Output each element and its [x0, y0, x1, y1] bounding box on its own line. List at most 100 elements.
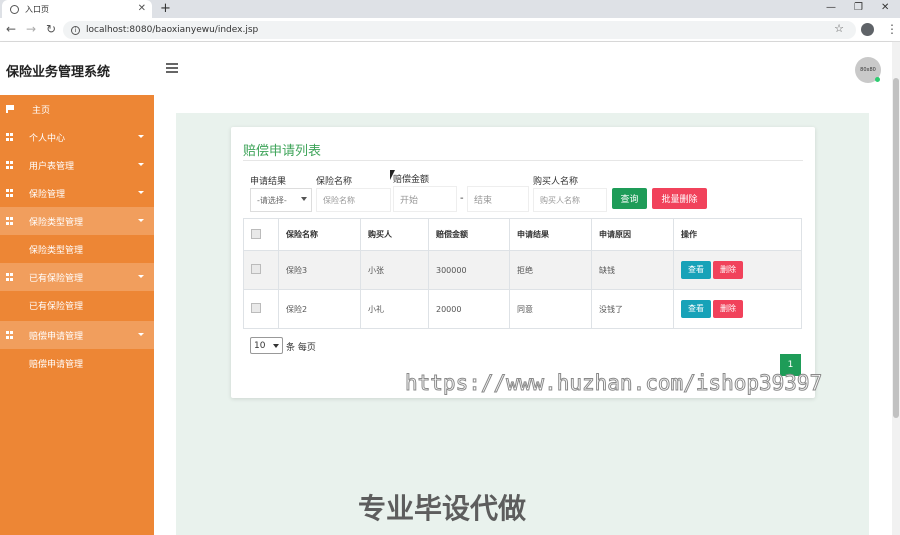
browser-tabbar: 入口页 ✕ + — ❐ ✕ [0, 0, 900, 18]
sidebar-item-insurance-type[interactable]: 保险类型管理 [0, 207, 154, 235]
chevron-down-icon [273, 344, 279, 348]
sidebar: 主页 个人中心 用户表管理 保险管理 保险类型管理 保险类型管理 已有保险管理 … [0, 95, 154, 535]
column-header: 保险名称 [278, 218, 361, 251]
page-size-select[interactable]: 10 [250, 337, 283, 354]
sidebar-item-label: 个人中心 [29, 133, 66, 144]
grid-icon [6, 189, 14, 197]
sidebar-subitem-insurance-type[interactable]: 保险类型管理 [0, 235, 154, 263]
select-all-checkbox[interactable] [251, 228, 261, 239]
url-field[interactable]: i localhost:8080/baoxianyewu/index.jsp ☆ [63, 21, 856, 39]
buyer-cell: 小礼 [360, 289, 429, 329]
info-icon[interactable]: i [71, 25, 80, 35]
sidebar-item-claims[interactable]: 赔偿申请管理 [0, 321, 154, 349]
sidebar-item-label: 主页 [32, 105, 51, 116]
column-header: 申请原因 [591, 218, 674, 251]
per-page-label: 条 每页 [286, 343, 316, 353]
app-header: 保险业务管理系统 80x80 [0, 42, 892, 95]
sidebar-subitem-label: 保险类型管理 [29, 245, 84, 256]
select-all-cell [243, 218, 279, 251]
delete-button[interactable]: 删除 [713, 261, 743, 279]
column-header: 购买人 [360, 218, 429, 251]
buyer-name-input[interactable]: 购买人名称 [533, 188, 607, 212]
sidebar-subitem-owned-insurance[interactable]: 已有保险管理 [0, 291, 154, 319]
page-scrollbar[interactable] [892, 42, 900, 535]
profile-icon[interactable] [861, 23, 874, 36]
batch-delete-button[interactable]: 批量删除 [652, 188, 707, 209]
column-header: 操作 [673, 218, 802, 251]
amount-start-placeholder: 开始 [400, 195, 419, 206]
restore-icon[interactable]: ❐ [854, 2, 863, 13]
sidebar-subitem-label: 已有保险管理 [29, 301, 84, 312]
reload-icon[interactable]: ↻ [46, 22, 56, 36]
new-tab-icon[interactable]: + [160, 1, 171, 16]
result-select[interactable]: -请选择- [250, 188, 312, 212]
grid-icon [6, 133, 14, 141]
sidebar-item-label: 保险管理 [29, 189, 66, 200]
amount-start-input[interactable]: 开始 [393, 186, 457, 212]
address-bar: ← → ↻ i localhost:8080/baoxianyewu/index… [0, 18, 900, 42]
sidebar-item-label: 已有保险管理 [29, 273, 84, 284]
sidebar-item-label: 用户表管理 [29, 161, 75, 172]
grid-icon [6, 273, 14, 281]
buyer-name-placeholder: 购买人名称 [540, 195, 580, 205]
sidebar-subitem-label: 赔偿申请管理 [29, 359, 84, 370]
sidebar-item-label: 赔偿申请管理 [29, 331, 84, 342]
claims-card: 赔偿申请列表 申请结果 -请选择- 保险名称 保险名称 赔偿金额 开始 - 结束… [231, 127, 815, 398]
insurance-filter-label: 保险名称 [316, 177, 353, 187]
actions-cell: 查看 删除 [673, 289, 802, 329]
insurance-name-input[interactable]: 保险名称 [316, 188, 391, 212]
page-title: 赔偿申请列表 [243, 144, 322, 159]
browser-tab[interactable]: 入口页 ✕ [2, 0, 152, 18]
watermark-text: 专业毕设代做 [358, 492, 527, 525]
flag-icon [6, 105, 14, 113]
row-checkbox[interactable] [251, 303, 261, 313]
row-select-cell [243, 289, 279, 329]
grid-icon [6, 331, 14, 339]
sidebar-item-home[interactable]: 主页 [0, 95, 154, 123]
watermark-url: https://www.huzhan.com/ishop39397 [404, 371, 823, 396]
browser-tab-title: 入口页 [25, 4, 49, 14]
sidebar-subitem-claims[interactable]: 赔偿申请管理 [0, 349, 154, 377]
page-size-value: 10 [254, 340, 266, 351]
chevron-down-icon [138, 333, 144, 336]
url-text: localhost:8080/baoxianyewu/index.jsp [86, 25, 259, 35]
sidebar-item-users[interactable]: 用户表管理 [0, 151, 154, 179]
globe-icon [10, 4, 19, 14]
sidebar-item-owned-insurance[interactable]: 已有保险管理 [0, 263, 154, 291]
table-row: 保险3 小张 300000 拒绝 缺钱 查看 删除 [243, 250, 802, 290]
chevron-down-icon [138, 135, 144, 138]
close-window-icon[interactable]: ✕ [881, 2, 889, 13]
menu-toggle-icon[interactable] [166, 63, 178, 75]
sidebar-item-profile[interactable]: 个人中心 [0, 123, 154, 151]
scrollbar-thumb[interactable] [893, 78, 899, 418]
actions-cell: 查看 删除 [673, 250, 802, 290]
chevron-down-icon [138, 163, 144, 166]
claims-table: 保险名称 购买人 赔偿金额 申请结果 申请原因 操作 保险3 小张 300000… [243, 218, 802, 329]
column-header: 赔偿金额 [428, 218, 510, 251]
avatar[interactable]: 80x80 [855, 57, 881, 83]
view-button[interactable]: 查看 [681, 261, 711, 279]
insurance-name-cell: 保险2 [278, 289, 361, 329]
back-icon[interactable]: ← [6, 22, 16, 36]
chevron-down-icon [138, 191, 144, 194]
amount-end-placeholder: 结束 [474, 195, 493, 206]
delete-button[interactable]: 删除 [713, 300, 743, 318]
result-filter-label: 申请结果 [250, 177, 287, 187]
online-status-dot [875, 77, 880, 82]
chevron-down-icon [301, 197, 307, 201]
chevron-down-icon [138, 275, 144, 278]
minimize-icon[interactable]: — [826, 2, 836, 13]
column-header: 申请结果 [509, 218, 592, 251]
bookmark-star-icon[interactable]: ☆ [834, 22, 844, 35]
search-button[interactable]: 查询 [612, 188, 647, 209]
browser-menu-icon[interactable]: ⋮ [886, 22, 898, 36]
sidebar-item-insurance[interactable]: 保险管理 [0, 179, 154, 207]
amount-end-input[interactable]: 结束 [467, 186, 529, 212]
insurance-name-cell: 保险3 [278, 250, 361, 290]
row-checkbox[interactable] [251, 264, 261, 274]
close-tab-icon[interactable]: ✕ [138, 3, 146, 14]
amount-cell: 20000 [428, 289, 510, 329]
forward-icon[interactable]: → [26, 22, 36, 36]
view-button[interactable]: 查看 [681, 300, 711, 318]
mouse-cursor-icon [390, 170, 395, 180]
